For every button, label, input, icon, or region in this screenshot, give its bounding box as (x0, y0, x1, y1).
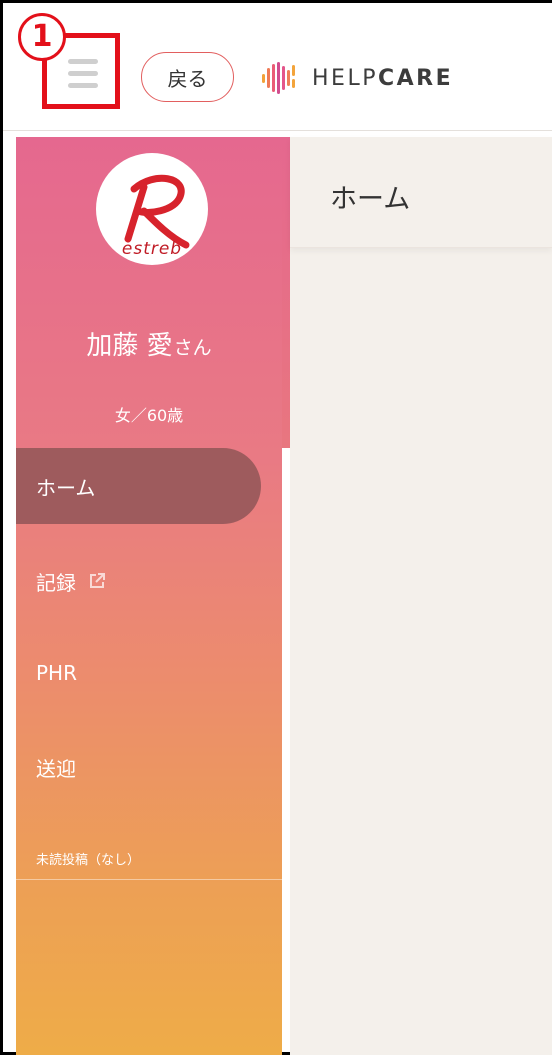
sidebar-item-label: PHR (36, 661, 77, 685)
external-link-icon (88, 572, 106, 590)
sidebar-item-transport[interactable]: 送迎 (16, 729, 282, 805)
logo-text-bold: CARE (377, 65, 454, 91)
sidebar-item-phr[interactable]: PHR (16, 635, 282, 711)
sidebar: estreb 加藤 愛さん 女／60歳 ホーム 記録 PHR 送迎 未読投稿（な… (16, 137, 282, 1055)
avatar[interactable]: estreb (96, 153, 208, 265)
logo-text: HELPCARE (312, 66, 453, 91)
back-button[interactable]: 戻る (141, 52, 234, 102)
hamburger-icon-bar (68, 71, 98, 76)
page-title: ホーム (330, 184, 411, 215)
sidebar-item-records[interactable]: 記録 (16, 543, 282, 619)
sidebar-divider (16, 879, 282, 880)
user-name: 加藤 愛さん (16, 325, 282, 362)
avatar-caption: estreb (121, 239, 183, 259)
sidebar-item-label: 送迎 (36, 756, 76, 781)
user-name-suffix: さん (173, 337, 212, 359)
user-name-text: 加藤 愛 (86, 331, 173, 361)
sidebar-item-label: 記録 (36, 570, 76, 595)
logo-text-light: HELP (312, 65, 378, 91)
hamburger-icon-bar (68, 83, 98, 88)
helpcare-logo[interactable]: HELPCARE (262, 58, 453, 98)
sidebar-item-label: ホーム (36, 475, 96, 500)
step-number-badge: 1 (18, 13, 66, 61)
user-gender-age: 女／60歳 (114, 406, 184, 425)
page-header: ホーム (290, 137, 552, 248)
sidebar-profile-background (282, 137, 290, 448)
unread-posts-link[interactable]: 未読投稿（なし） (36, 849, 140, 868)
hamburger-icon (68, 59, 98, 64)
sidebar-item-home[interactable]: ホーム (16, 448, 261, 524)
helpcare-logo-icon (262, 62, 295, 94)
main-content: ホーム (290, 137, 552, 1055)
